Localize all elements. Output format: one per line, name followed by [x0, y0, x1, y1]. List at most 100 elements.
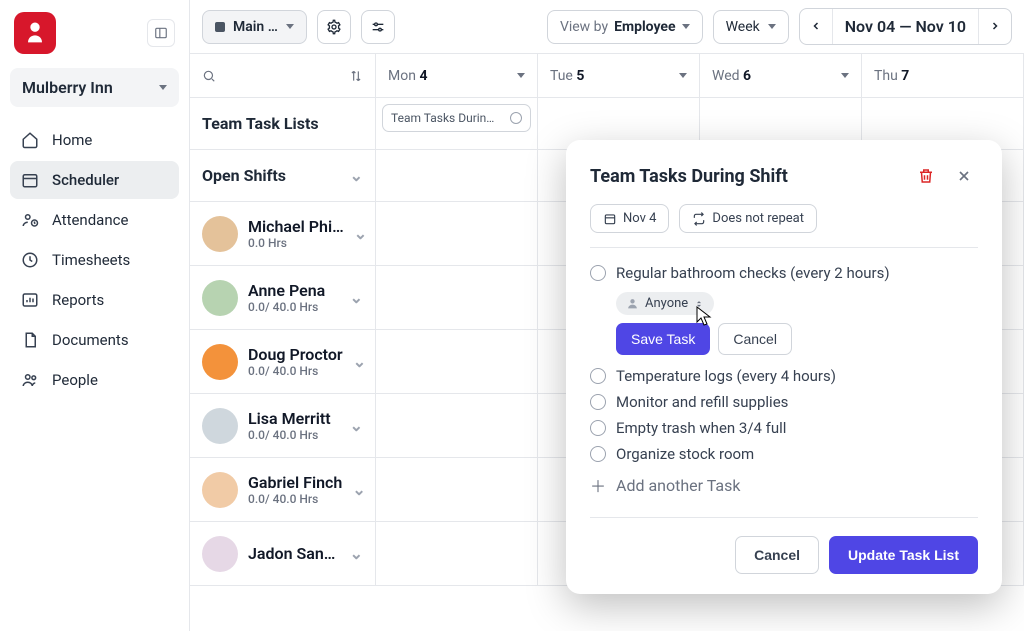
- close-icon: [956, 168, 972, 184]
- app-logo: [14, 12, 56, 54]
- calendar-icon: [603, 212, 617, 226]
- settings-button[interactable]: [317, 10, 351, 44]
- nav-documents[interactable]: Documents: [10, 321, 179, 359]
- task-chip-status-icon: [510, 112, 522, 124]
- day-col-mon[interactable]: Mon 4: [376, 54, 538, 97]
- avatar: [202, 280, 238, 316]
- avatar: [202, 344, 238, 380]
- task-list-popover: Team Tasks During Shift Nov 4 Does not r…: [566, 140, 1002, 594]
- cancel-task-button[interactable]: Cancel: [718, 323, 792, 355]
- close-button[interactable]: [950, 162, 978, 190]
- task-chip-label: Team Tasks Durin…: [391, 111, 494, 125]
- chevron-down-icon: ⌄: [353, 352, 366, 371]
- chevron-left-icon: [810, 20, 822, 32]
- nav-people[interactable]: People: [10, 361, 179, 399]
- radio-icon[interactable]: [590, 420, 606, 436]
- prev-week-button[interactable]: [800, 9, 833, 44]
- add-task-button[interactable]: ＋ Add another Task: [590, 473, 978, 497]
- main: Main … View by Employee Week Nov 04 —: [190, 0, 1024, 631]
- repeat-chip[interactable]: Does not repeat: [679, 204, 817, 233]
- chevron-down-icon: ⌄: [350, 166, 363, 185]
- day-header: Mon 4 Tue 5 Wed 6 Thu 7: [190, 54, 1024, 98]
- employee-row[interactable]: Michael Phi…0.0 Hrs ⌄: [190, 202, 376, 265]
- date-range-text[interactable]: Nov 04 — Nov 10: [833, 9, 978, 44]
- chevron-down-icon: ⌄: [350, 544, 363, 563]
- task-item[interactable]: Monitor and refill supplies: [590, 393, 978, 411]
- chevron-down-icon: [682, 24, 690, 29]
- chevron-down-icon: [286, 24, 294, 29]
- avatar: [202, 472, 238, 508]
- chevron-down-icon: [768, 24, 776, 29]
- radio-icon[interactable]: [590, 368, 606, 384]
- repeat-icon: [692, 212, 706, 226]
- nav-home[interactable]: Home: [10, 121, 179, 159]
- nav-label: Scheduler: [52, 171, 119, 189]
- day-col-tue[interactable]: Tue 5: [538, 54, 700, 97]
- open-shifts-header[interactable]: Open Shifts ⌄: [190, 150, 376, 201]
- viewby-label: View by: [560, 19, 608, 35]
- nav-label: People: [52, 371, 98, 389]
- employee-row[interactable]: Gabriel Finch0.0/ 40.0 Hrs ⌄: [190, 458, 376, 521]
- search-icon[interactable]: [202, 69, 216, 83]
- chevron-down-icon: ⌄: [350, 416, 363, 435]
- person-icon: [626, 297, 639, 310]
- chevron-right-icon: [989, 20, 1001, 32]
- chevron-down-icon: ⌄: [350, 288, 363, 307]
- chevron-down-icon: [517, 73, 525, 78]
- employee-row[interactable]: Doug Proctor0.0/ 40.0 Hrs ⌄: [190, 330, 376, 393]
- date-chip[interactable]: Nov 4: [590, 204, 669, 233]
- next-week-button[interactable]: [978, 9, 1011, 44]
- task-list-chip[interactable]: Team Tasks Durin…: [382, 104, 531, 132]
- task-item-active[interactable]: Regular bathroom checks (every 2 hours): [590, 264, 978, 282]
- location-filter[interactable]: Main …: [202, 10, 307, 44]
- location-color-icon: [215, 22, 225, 32]
- radio-icon[interactable]: [590, 394, 606, 410]
- update-task-list-button[interactable]: Update Task List: [829, 536, 978, 574]
- nav-timesheets[interactable]: Timesheets: [10, 241, 179, 279]
- radio-icon[interactable]: [590, 265, 606, 281]
- chevron-down-icon: ⌄: [354, 224, 367, 243]
- chevron-down-icon: [841, 73, 849, 78]
- sort-icon[interactable]: [349, 69, 363, 83]
- task-item[interactable]: Temperature logs (every 4 hours): [590, 367, 978, 385]
- nav-scheduler[interactable]: Scheduler: [10, 161, 179, 199]
- range-select[interactable]: Week: [713, 10, 789, 44]
- home-icon: [20, 130, 40, 150]
- chevron-down-icon: [679, 73, 687, 78]
- employee-row[interactable]: Anne Pena0.0/ 40.0 Hrs ⌄: [190, 266, 376, 329]
- delete-button[interactable]: [912, 162, 940, 190]
- org-selector[interactable]: Mulberry Inn: [10, 68, 179, 107]
- avatar: [202, 536, 238, 572]
- employee-row[interactable]: Jadon San… ⌄: [190, 522, 376, 585]
- team-tasks-header[interactable]: Team Task Lists: [190, 98, 376, 149]
- task-item[interactable]: Organize stock room: [590, 445, 978, 463]
- day-col-thu[interactable]: Thu 7: [862, 54, 1024, 97]
- clock-person-icon: [20, 210, 40, 230]
- nav-reports[interactable]: Reports: [10, 281, 179, 319]
- avatar: [202, 216, 238, 252]
- topbar: Main … View by Employee Week Nov 04 —: [190, 0, 1024, 54]
- trash-icon: [917, 167, 935, 185]
- assignee-select[interactable]: Anyone: [616, 292, 714, 315]
- cancel-button[interactable]: Cancel: [735, 536, 819, 574]
- nav-label: Reports: [52, 291, 104, 309]
- employee-row[interactable]: Lisa Merritt0.0/ 40.0 Hrs ⌄: [190, 394, 376, 457]
- range-label: Week: [726, 19, 760, 35]
- filter-button[interactable]: [361, 10, 395, 44]
- task-item[interactable]: Empty trash when 3/4 full: [590, 419, 978, 437]
- nav-label: Timesheets: [52, 251, 130, 269]
- nav-attendance[interactable]: Attendance: [10, 201, 179, 239]
- people-icon: [20, 370, 40, 390]
- plus-icon: ＋: [590, 473, 606, 497]
- nav-label: Home: [52, 131, 92, 149]
- cursor-icon: [696, 306, 712, 330]
- popover-title: Team Tasks During Shift: [590, 166, 902, 187]
- day-col-wed[interactable]: Wed 6: [700, 54, 862, 97]
- viewby-select[interactable]: View by Employee: [547, 10, 703, 44]
- chart-icon: [20, 290, 40, 310]
- chevron-down-icon: ⌄: [352, 480, 365, 499]
- sidebar-collapse-button[interactable]: [147, 19, 175, 47]
- viewby-value: Employee: [614, 19, 675, 35]
- nav-label: Documents: [52, 331, 129, 349]
- radio-icon[interactable]: [590, 446, 606, 462]
